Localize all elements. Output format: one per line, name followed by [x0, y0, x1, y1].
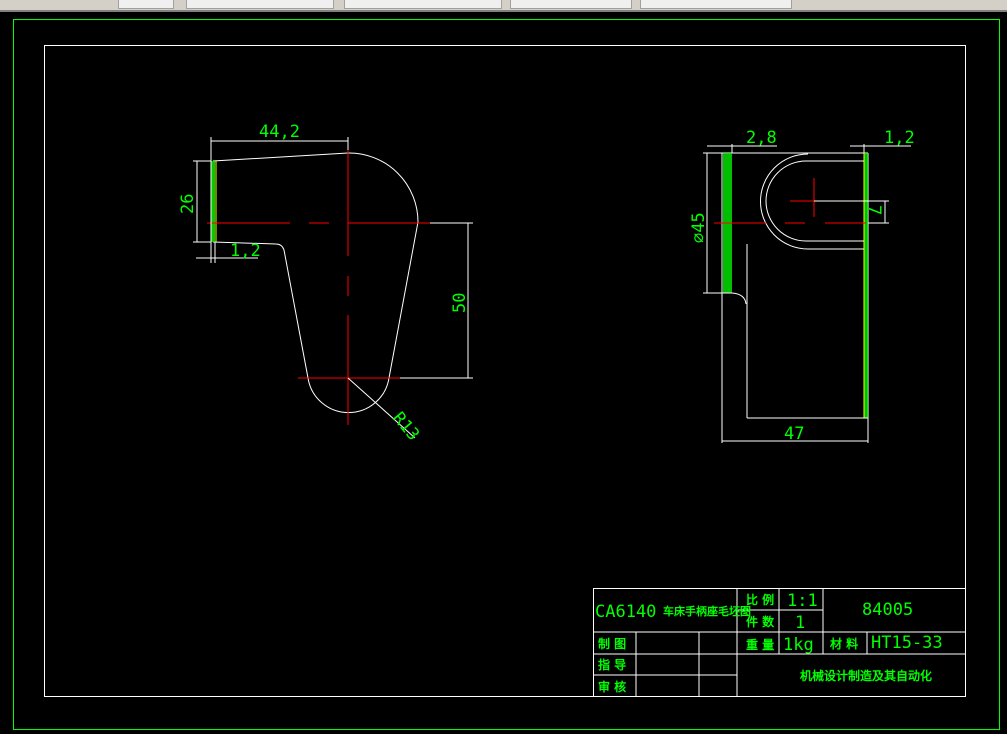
dim-left-wall: 2,8	[746, 128, 777, 148]
material-label: 材 料	[829, 636, 858, 651]
drawing-number: 84005	[862, 600, 913, 620]
weight-label: 重 量	[746, 637, 774, 652]
quantity-label: 件 数	[746, 614, 775, 629]
drawing-title-cn: 车床手柄座毛坯图	[663, 604, 751, 618]
drawing-canvas[interactable]: 44,2 26 1,2 50 R13 2,8 1,2 ⌀45 7 47 CA61…	[0, 0, 1007, 734]
weight-value: 1kg	[783, 635, 814, 655]
dim-thickness: 1,2	[230, 241, 261, 261]
dim-right-wall: 1,2	[884, 128, 915, 148]
drawing-title: CA6140	[595, 602, 656, 622]
dim-width: 44,2	[259, 122, 300, 142]
review-label: 审 核	[598, 679, 626, 694]
scale-value: 1:1	[787, 591, 818, 611]
dim-diameter: ⌀45	[689, 212, 709, 243]
material-value: HT15-33	[871, 633, 943, 653]
dim-offset: 7	[864, 205, 884, 215]
dim-height: 26	[178, 194, 198, 214]
scale-label: 比 例	[746, 592, 774, 607]
hatch-strip	[864, 153, 868, 418]
drawn-label: 制 图	[598, 636, 626, 651]
hatch-strip	[211, 161, 215, 242]
guide-label: 指 导	[598, 657, 626, 672]
dim-center-distance: 50	[450, 293, 470, 313]
institution: 机械设计制造及其自动化	[800, 668, 932, 683]
quantity-value: 1	[795, 613, 805, 633]
dim-length: 47	[784, 424, 804, 444]
